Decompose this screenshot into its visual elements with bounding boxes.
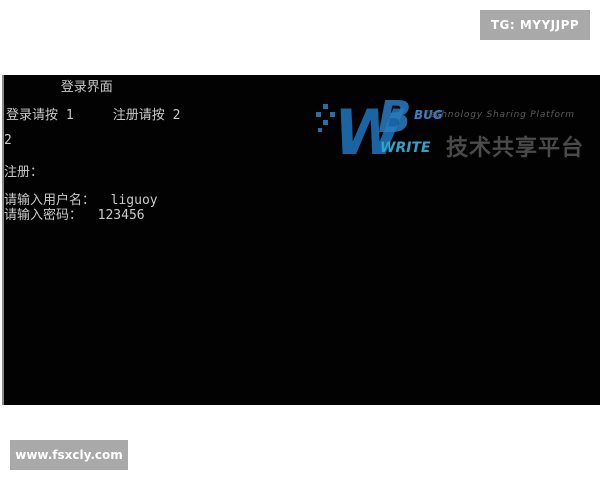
pixel-dots-icon — [316, 104, 335, 132]
watermark-b: B — [378, 92, 412, 143]
tg-tag: TG: MYYJJPP — [480, 10, 590, 40]
console-menu-line: 登录请按 1 注册请按 2 — [6, 108, 181, 123]
console-register-line: 注册： — [4, 165, 44, 180]
console-password-line: 请输入密码： 123456 — [4, 208, 145, 223]
watermark-tagline: Technology Sharing Platform — [424, 110, 575, 120]
site-url-tag: www.fsxcly.com — [10, 440, 128, 470]
console-input-line: 2 — [4, 133, 12, 148]
watermark-write: WRITE — [380, 140, 431, 156]
console-title-line: 登录界面 — [6, 80, 113, 95]
watermark-cn-name: 技术共享平台 — [446, 136, 585, 161]
